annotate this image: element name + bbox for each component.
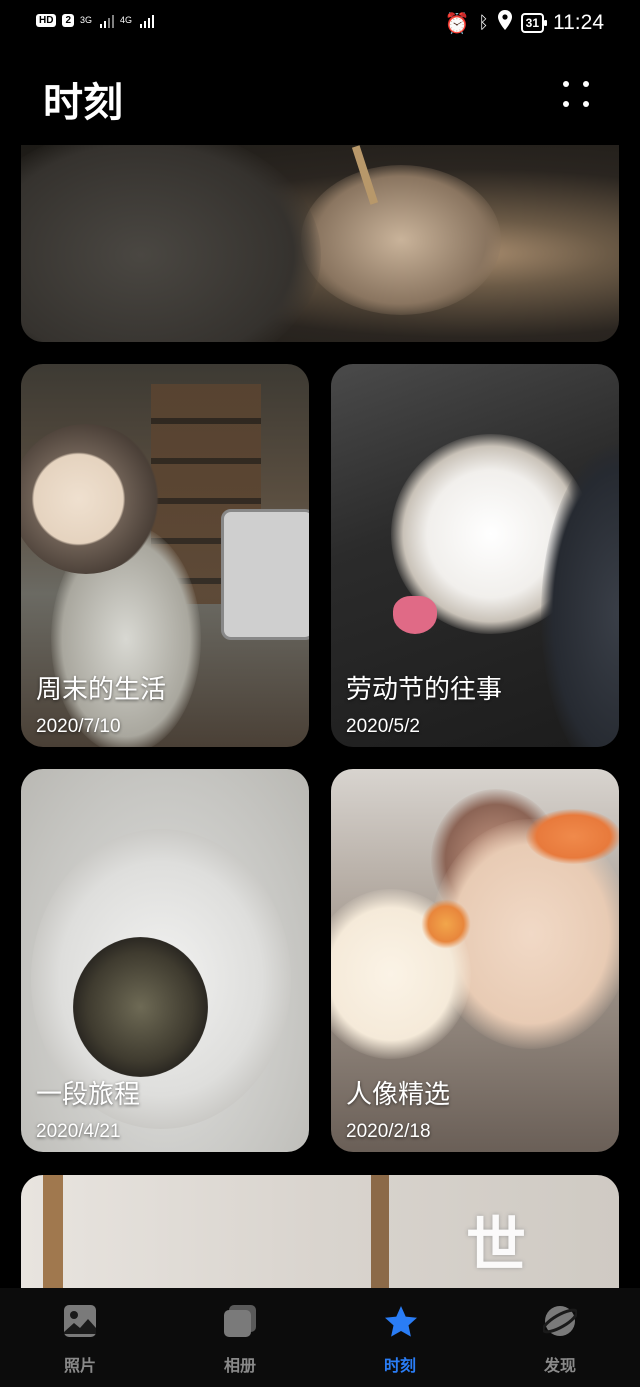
banner-photo-hand — [301, 165, 501, 315]
moment-card[interactable]: 劳动节的往事 2020/5/2 — [331, 364, 619, 747]
card-photo-text: 世 — [466, 1211, 526, 1281]
photo-icon — [63, 1304, 97, 1338]
tab-discover[interactable]: 发现 — [520, 1304, 600, 1376]
bottom-nav: 照片 相册 时刻 发现 — [0, 1288, 640, 1387]
star-icon — [383, 1304, 417, 1338]
moment-caption: 劳动节的往事 2020/5/2 — [346, 669, 502, 738]
tab-label: 照片 — [63, 1356, 96, 1375]
card-photo-tongue — [393, 596, 437, 634]
moment-card-partial[interactable]: 世 — [21, 1175, 619, 1295]
battery-icon: 31 — [520, 13, 548, 33]
card-photo-turtle — [73, 937, 208, 1077]
tab-label: 时刻 — [383, 1356, 416, 1375]
moment-title: 劳动节的往事 — [346, 675, 503, 705]
tab-albums[interactable]: 相册 — [200, 1304, 280, 1376]
moment-date: 2020/4/21 — [36, 1121, 121, 1142]
moment-title: 一段旅程 — [36, 1080, 141, 1110]
card-photo-frame-left — [43, 1175, 63, 1295]
moment-card-banner[interactable] — [21, 145, 619, 342]
moment-date: 2020/2/18 — [346, 1121, 431, 1142]
sim-slot-badge: 2 — [62, 13, 75, 27]
alarm-icon: ⏰ — [444, 12, 470, 35]
moment-card[interactable]: 一段旅程 2020/4/21 — [21, 769, 309, 1152]
hd-badge: HD — [36, 13, 57, 27]
card-photo-frame-right — [371, 1175, 389, 1295]
moment-caption: 周末的生活 2020/7/10 — [36, 669, 166, 738]
album-icon — [223, 1304, 257, 1338]
moment-card[interactable]: 人像精选 2020/2/18 — [331, 769, 619, 1152]
more-options-icon[interactable] — [560, 78, 592, 110]
signal-icon-2 — [140, 12, 155, 28]
page-title: 时刻 — [43, 80, 123, 126]
discover-icon — [541, 1304, 579, 1338]
moment-caption: 一段旅程 2020/4/21 — [36, 1074, 140, 1143]
status-left: HD 2 3G 4G — [36, 12, 155, 28]
sticker-hat-icon — [526, 809, 619, 864]
moment-title: 周末的生活 — [36, 675, 167, 705]
network-type-1: 3G — [80, 14, 93, 25]
status-right: ⏰ ᛒ 31 11:24 — [445, 10, 604, 36]
tab-moments[interactable]: 时刻 — [360, 1304, 440, 1376]
signal-icon-1 — [100, 12, 115, 28]
sticker-flower-icon — [421, 899, 471, 949]
tab-label: 发现 — [543, 1356, 576, 1375]
bluetooth-icon: ᛒ — [478, 13, 489, 32]
moment-card[interactable]: 周末的生活 2020/7/10 — [21, 364, 309, 747]
status-time: 11:24 — [553, 11, 604, 34]
tab-photos[interactable]: 照片 — [40, 1304, 120, 1376]
moment-date: 2020/7/10 — [36, 716, 121, 737]
location-icon — [497, 10, 512, 36]
banner-photo-sleeve — [21, 145, 321, 342]
network-type-2: 4G — [120, 14, 133, 25]
moment-date: 2020/5/2 — [346, 716, 420, 737]
moment-caption: 人像精选 2020/2/18 — [346, 1074, 450, 1143]
status-bar: HD 2 3G 4G ⏰ ᛒ 31 11:24 — [0, 0, 640, 44]
card-photo-phone — [221, 509, 309, 640]
tab-label: 相册 — [223, 1356, 256, 1375]
moment-title: 人像精选 — [346, 1080, 451, 1110]
